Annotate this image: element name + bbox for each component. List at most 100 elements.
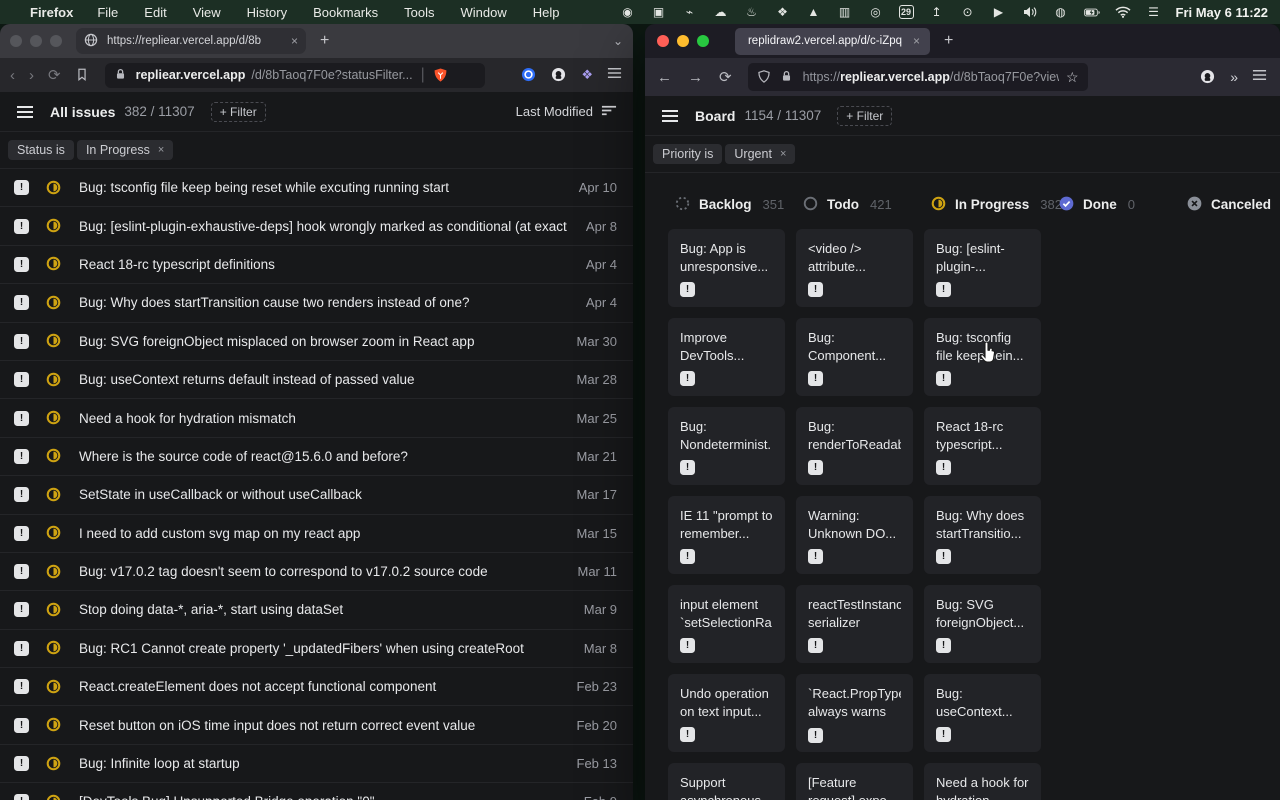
urgent-priority-icon[interactable]: ! xyxy=(808,638,823,653)
add-filter-button[interactable]: + Filter xyxy=(837,106,892,126)
urgent-priority-icon[interactable]: ! xyxy=(936,549,951,564)
screen-capture-icon[interactable]: ▣ xyxy=(651,5,667,19)
urgent-priority-icon[interactable]: ! xyxy=(808,549,823,564)
issue-row[interactable]: !Bug: tsconfig file keep being reset whi… xyxy=(0,169,633,207)
urgent-priority-icon[interactable]: ! xyxy=(680,371,695,386)
urgent-priority-icon[interactable]: ! xyxy=(14,219,29,234)
right-browser-tab[interactable]: replidraw2.vercel.app/d/c-iZpq × xyxy=(735,28,930,55)
menubar-menu-file[interactable]: File xyxy=(97,5,118,20)
in-progress-status-icon[interactable] xyxy=(46,487,62,503)
close-window-button[interactable] xyxy=(10,35,22,47)
right-menu-hamburger-icon[interactable] xyxy=(1252,69,1268,85)
right-new-tab-button[interactable]: + xyxy=(944,32,953,50)
in-progress-status-icon[interactable] xyxy=(46,410,62,426)
in-progress-status-icon[interactable] xyxy=(46,525,62,541)
board-card[interactable]: `React.PropType always warns ab! xyxy=(796,674,913,752)
sort-label[interactable]: Last Modified xyxy=(516,104,593,119)
urgent-priority-icon[interactable]: ! xyxy=(14,411,29,426)
urgent-priority-icon[interactable]: ! xyxy=(14,295,29,310)
onepassword-extension-icon[interactable] xyxy=(521,67,537,83)
in-progress-status-icon[interactable] xyxy=(46,218,62,234)
filter-field-chip[interactable]: Priority is xyxy=(653,144,722,164)
in-progress-status-icon[interactable] xyxy=(46,640,62,656)
menubar-menu-bookmarks[interactable]: Bookmarks xyxy=(313,5,378,20)
board-card[interactable]: Bug: renderToReadab! xyxy=(796,407,913,485)
board-card[interactable]: Bug: SVG foreignObject...! xyxy=(924,585,1041,663)
urgent-priority-icon[interactable]: ! xyxy=(14,718,29,733)
urgent-priority-icon[interactable]: ! xyxy=(808,728,823,743)
left-reload-button[interactable]: ⟳ xyxy=(48,66,61,84)
board-card[interactable]: Improve DevTools...! xyxy=(668,318,785,396)
menubar-app-name[interactable]: Firefox xyxy=(30,5,73,20)
warp-icon[interactable]: ⌁ xyxy=(682,5,698,19)
bookmark-star-icon[interactable]: ☆ xyxy=(1066,69,1079,86)
menubar-menu-window[interactable]: Window xyxy=(461,5,507,20)
cloud-icon[interactable]: ☁ xyxy=(713,5,729,19)
right-forward-button[interactable]: → xyxy=(688,69,703,86)
issue-row[interactable]: !Stop doing data-*, aria-*, start using … xyxy=(0,591,633,629)
menubar-menu-help[interactable]: Help xyxy=(533,5,560,20)
calendar-icon[interactable]: 29 xyxy=(899,5,914,19)
issue-row[interactable]: !I need to add custom svg map on my reac… xyxy=(0,515,633,553)
onepassword-icon[interactable]: ◎ xyxy=(868,5,884,19)
filter-value-chip[interactable]: Urgent × xyxy=(725,144,795,164)
urgent-priority-icon[interactable]: ! xyxy=(14,641,29,656)
board-card[interactable]: Bug: App is unresponsive...! xyxy=(668,229,785,307)
menubar-menu-edit[interactable]: Edit xyxy=(144,5,166,20)
right-url-bar[interactable]: https:// repliear.vercel.app /d/8bTaoq7F… xyxy=(748,63,1088,91)
menubar-menu-tools[interactable]: Tools xyxy=(404,5,434,20)
issue-row[interactable]: !Bug: useContext returns default instead… xyxy=(0,361,633,399)
board-card[interactable]: <video /> attribute...! xyxy=(796,229,913,307)
right-reload-button[interactable]: ⟳ xyxy=(719,68,732,86)
in-progress-status-icon[interactable] xyxy=(46,679,62,695)
urgent-priority-icon[interactable]: ! xyxy=(680,549,695,564)
urgent-priority-icon[interactable]: ! xyxy=(14,180,29,195)
urgent-priority-icon[interactable]: ! xyxy=(936,282,951,297)
in-progress-status-icon[interactable] xyxy=(46,295,62,311)
minimize-window-button[interactable] xyxy=(30,35,42,47)
more-tools-chevron-icon[interactable]: » xyxy=(1230,69,1238,85)
board-card[interactable]: IE 11 "prompt to remember...! xyxy=(668,496,785,574)
urgent-priority-icon[interactable]: ! xyxy=(936,371,951,386)
urgent-priority-icon[interactable]: ! xyxy=(936,638,951,653)
menubar-menu-view[interactable]: View xyxy=(193,5,221,20)
filter-value-chip[interactable]: In Progress × xyxy=(77,140,173,160)
left-url-bar[interactable]: repliear.vercel.app /d/8bTaoq7F0e?status… xyxy=(105,63,485,88)
github-account-icon[interactable] xyxy=(1200,69,1216,85)
board-card[interactable]: Undo operation on text input...! xyxy=(668,674,785,752)
record-icon[interactable]: ◉ xyxy=(620,5,636,19)
board-card[interactable]: [Feature request] expo...! xyxy=(796,763,913,800)
board-card[interactable]: Bug: useContext...! xyxy=(924,674,1041,752)
board-card[interactable]: Bug: Component...! xyxy=(796,318,913,396)
urgent-priority-icon[interactable]: ! xyxy=(680,282,695,297)
in-progress-status-icon[interactable] xyxy=(46,794,62,800)
zoom-window-button[interactable] xyxy=(50,35,62,47)
in-progress-status-icon[interactable] xyxy=(46,372,62,388)
board-card[interactable]: Need a hook for hydration...! xyxy=(924,763,1041,800)
urgent-priority-icon[interactable]: ! xyxy=(680,460,695,475)
urgent-priority-icon[interactable]: ! xyxy=(14,526,29,541)
urgent-priority-icon[interactable]: ! xyxy=(808,371,823,386)
sidebar-menu-icon[interactable] xyxy=(16,105,34,119)
extensions-puzzle-icon[interactable]: ❖ xyxy=(581,67,593,83)
board-card[interactable]: Support asynchronous...! xyxy=(668,763,785,800)
board-card[interactable]: Bug: [eslint- plugin-...! xyxy=(924,229,1041,307)
left-tab-list-chevron-icon[interactable]: ⌄ xyxy=(613,34,623,48)
issue-row[interactable]: !Bug: v17.0.2 tag doesn't seem to corres… xyxy=(0,553,633,591)
left-back-button[interactable]: ‹ xyxy=(10,67,15,84)
play-icon[interactable]: ▶ xyxy=(991,5,1007,19)
close-window-button[interactable] xyxy=(657,35,669,47)
left-forward-button[interactable]: › xyxy=(29,67,34,84)
urgent-priority-icon[interactable]: ! xyxy=(936,727,951,742)
menubar-clock[interactable]: Fri May 6 11:22 xyxy=(1176,5,1269,20)
issue-row[interactable]: !Bug: [eslint-plugin-exhaustive-deps] ho… xyxy=(0,207,633,245)
battery-icon[interactable] xyxy=(1084,7,1100,18)
urgent-priority-icon[interactable]: ! xyxy=(808,282,823,297)
in-progress-status-icon[interactable] xyxy=(46,333,62,349)
urgent-priority-icon[interactable]: ! xyxy=(14,372,29,387)
urgent-priority-icon[interactable]: ! xyxy=(14,679,29,694)
remove-filter-icon[interactable]: × xyxy=(780,148,786,160)
tracking-shield-icon[interactable] xyxy=(757,69,773,85)
issue-row[interactable]: !React 18-rc typescript definitionsApr 4 xyxy=(0,246,633,284)
issue-row[interactable]: !Need a hook for hydration mismatchMar 2… xyxy=(0,399,633,437)
